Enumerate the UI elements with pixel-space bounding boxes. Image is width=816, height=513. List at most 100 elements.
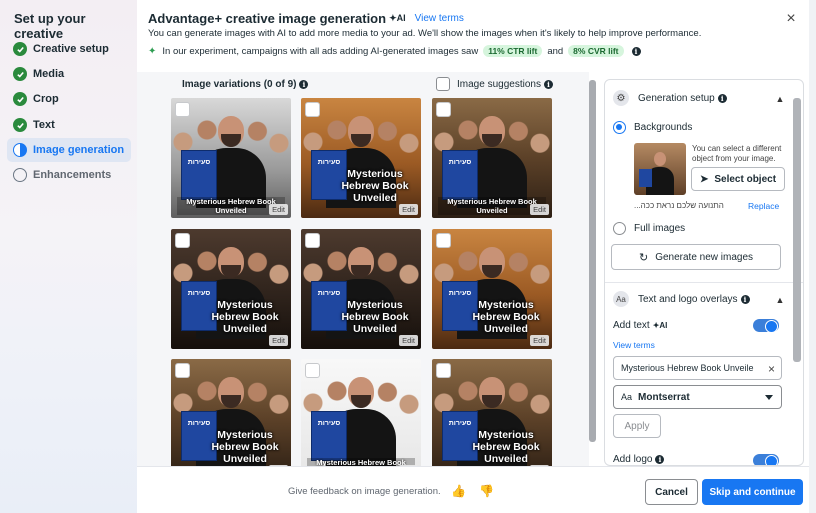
settings-scrollbar[interactable] bbox=[793, 98, 801, 362]
edit-button[interactable]: Edit bbox=[399, 204, 418, 215]
tile-checkbox[interactable] bbox=[175, 102, 190, 117]
overlay-text: Mysterious Hebrew Book Unveiled bbox=[341, 168, 409, 204]
image-variation-tile[interactable]: סעירותMysterious Hebrew Book UnveiledEdi… bbox=[301, 359, 421, 479]
thumbs-down-icon[interactable]: 👎 bbox=[479, 484, 494, 498]
image-suggestions-checkbox[interactable] bbox=[436, 77, 450, 91]
tile-checkbox[interactable] bbox=[436, 102, 451, 117]
variations-scrollbar[interactable] bbox=[589, 80, 596, 442]
full-images-option[interactable]: Full images bbox=[613, 222, 685, 235]
edit-button[interactable]: Edit bbox=[269, 335, 288, 346]
sidebar: Set up your creative Creative setup Medi… bbox=[0, 0, 137, 513]
tile-checkbox[interactable] bbox=[175, 233, 190, 248]
add-logo-row: Add logo i bbox=[613, 454, 665, 465]
step-media[interactable]: Media bbox=[7, 62, 131, 86]
info-icon[interactable]: i bbox=[543, 79, 553, 89]
caret-down-icon bbox=[765, 395, 773, 400]
window-scrollbar[interactable] bbox=[809, 0, 816, 513]
step-crop[interactable]: Crop bbox=[7, 87, 131, 111]
cancel-button[interactable]: Cancel bbox=[645, 479, 698, 505]
book-title: סעירות bbox=[187, 159, 211, 166]
tile-book: סעירות bbox=[442, 150, 478, 200]
dialog-header: Advantage+ creative image generation ✦AI… bbox=[148, 11, 464, 26]
ai-sparkle-badge: ✦AI bbox=[389, 13, 406, 23]
cvr-lift-badge: 8% CVR lift bbox=[568, 45, 624, 57]
tile-checkbox[interactable] bbox=[175, 363, 190, 378]
chevron-up-icon[interactable]: ▲ bbox=[775, 295, 785, 305]
generate-new-images-button[interactable]: ↻ Generate new images bbox=[611, 244, 781, 270]
edit-button[interactable]: Edit bbox=[399, 335, 418, 346]
replace-link[interactable]: Replace bbox=[748, 201, 779, 211]
image-variation-tile[interactable]: סעירותMysterious Hebrew Book UnveiledEdi… bbox=[301, 98, 421, 218]
generation-setup-header[interactable]: ⚙ Generation setup i bbox=[613, 90, 727, 106]
image-variations-heading: Image variations (0 of 9) i bbox=[182, 79, 309, 90]
settings-panel: ⚙ Generation setup i ▲ Backgrounds You c… bbox=[604, 79, 804, 466]
image-variation-tile[interactable]: סעירותMysterious Hebrew Book UnveiledEdi… bbox=[301, 229, 421, 349]
tile-checkbox[interactable] bbox=[305, 102, 320, 117]
view-terms-link[interactable]: View terms bbox=[415, 13, 464, 24]
step-label: Image generation bbox=[33, 144, 125, 156]
tile-book: סעירות bbox=[181, 150, 217, 200]
info-icon[interactable]: i bbox=[655, 455, 665, 464]
view-terms-link[interactable]: View terms bbox=[613, 340, 655, 350]
step-enhancements[interactable]: Enhancements bbox=[7, 163, 131, 187]
image-variation-tile[interactable]: סעירותMysterious Hebrew Book UnveiledEdi… bbox=[171, 98, 291, 218]
step-creative-setup[interactable]: Creative setup bbox=[7, 37, 131, 61]
check-circle-icon bbox=[13, 42, 27, 56]
overlay-text: Mysterious Hebrew Book Unveiled bbox=[472, 299, 540, 335]
step-label: Crop bbox=[33, 93, 59, 105]
overlay-text-input[interactable]: Mysterious Hebrew Book Unveile × bbox=[613, 356, 782, 380]
check-circle-icon bbox=[13, 67, 27, 81]
edit-button[interactable]: Edit bbox=[530, 335, 549, 346]
image-variation-tile[interactable]: סעירותMysterious Hebrew Book UnveiledEdi… bbox=[432, 229, 552, 349]
font-select[interactable]: Aa Montserrat bbox=[613, 385, 782, 409]
book-title: סעירות bbox=[448, 159, 472, 166]
info-icon[interactable]: i bbox=[717, 93, 727, 103]
half-circle-icon bbox=[13, 143, 27, 157]
tile-checkbox[interactable] bbox=[436, 233, 451, 248]
image-suggestions-toggle[interactable]: Image suggestions i bbox=[436, 77, 553, 91]
apply-button[interactable]: Apply bbox=[613, 414, 661, 438]
step-text[interactable]: Text bbox=[7, 113, 131, 137]
thumbs-up-icon[interactable]: 👍 bbox=[451, 484, 466, 498]
image-variations-panel: Image variations (0 of 9) i Image suggest… bbox=[137, 72, 596, 479]
select-object-button[interactable]: ➤ Select object bbox=[691, 167, 785, 191]
step-label: Creative setup bbox=[33, 43, 109, 55]
chevron-up-icon[interactable]: ▲ bbox=[775, 94, 785, 104]
tile-checkbox[interactable] bbox=[436, 363, 451, 378]
sparkle-icon: ✦ bbox=[148, 45, 157, 57]
info-icon[interactable]: i bbox=[740, 294, 750, 304]
full-images-radio[interactable] bbox=[613, 222, 626, 235]
refresh-icon: ↻ bbox=[638, 251, 649, 264]
image-variation-tile[interactable]: סעירותMysterious Hebrew Book UnveiledEdi… bbox=[432, 98, 552, 218]
skip-and-continue-button[interactable]: Skip and continue bbox=[702, 479, 803, 505]
step-label: Text bbox=[33, 119, 55, 131]
backgrounds-radio[interactable] bbox=[613, 121, 626, 134]
image-variation-tile[interactable]: סעירותMysterious Hebrew Book UnveiledEdi… bbox=[171, 229, 291, 349]
image-variation-tile[interactable]: סעירותMysterious Hebrew Book UnveiledEdi… bbox=[171, 359, 291, 479]
empty-circle-icon bbox=[13, 168, 27, 182]
image-variation-tile[interactable]: סעירותMysterious Hebrew Book UnveiledEdi… bbox=[432, 359, 552, 479]
image-caption: ...התנועה שלכם נראת ככה bbox=[634, 201, 724, 210]
check-circle-icon bbox=[13, 92, 27, 106]
tile-checkbox[interactable] bbox=[305, 363, 320, 378]
edit-button[interactable]: Edit bbox=[530, 204, 549, 215]
experiment-note: ✦ In our experiment, campaigns with all … bbox=[148, 45, 641, 57]
book-title: סעירות bbox=[317, 290, 341, 297]
tile-checkbox[interactable] bbox=[305, 233, 320, 248]
step-label: Enhancements bbox=[33, 169, 112, 181]
edit-button[interactable]: Edit bbox=[269, 204, 288, 215]
book-title: סעירות bbox=[448, 290, 472, 297]
text-logo-overlays-header[interactable]: Aa Text and logo overlays i bbox=[613, 291, 750, 307]
cursor-icon: ➤ bbox=[699, 173, 709, 185]
overlay-text: Mysterious Hebrew Book Unveiled bbox=[472, 429, 540, 465]
add-logo-toggle[interactable] bbox=[753, 454, 779, 465]
close-icon[interactable]: × bbox=[784, 11, 798, 27]
divider bbox=[605, 282, 803, 283]
add-text-toggle[interactable] bbox=[753, 319, 779, 333]
info-icon[interactable]: i bbox=[631, 46, 641, 56]
backgrounds-option[interactable]: Backgrounds bbox=[613, 121, 692, 134]
add-text-row: Add text ✦AI bbox=[613, 320, 668, 331]
close-icon[interactable]: × bbox=[768, 362, 775, 376]
info-icon[interactable]: i bbox=[299, 80, 309, 89]
step-image-generation[interactable]: Image generation bbox=[7, 138, 131, 162]
